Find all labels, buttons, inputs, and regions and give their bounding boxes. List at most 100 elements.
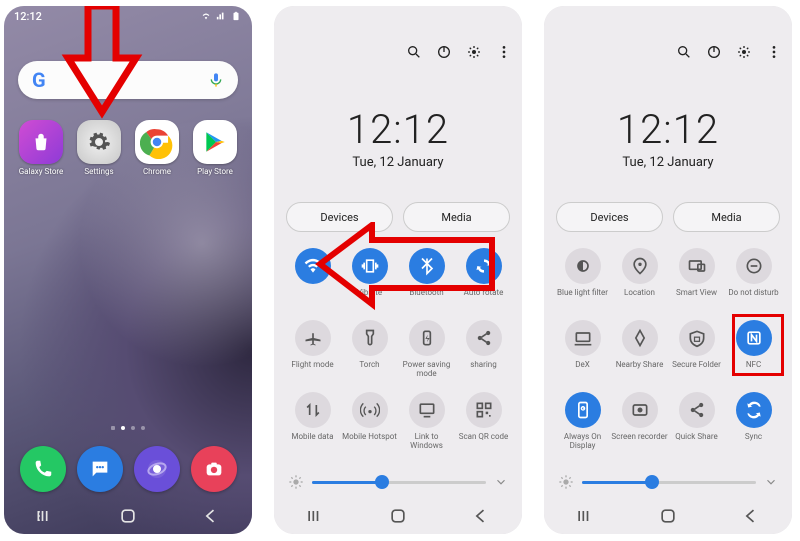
chevron-down-icon[interactable]: [764, 475, 778, 489]
linkwin-icon: [409, 392, 445, 428]
tile-label: Do not disturb: [728, 288, 778, 306]
brightness-row: [558, 474, 778, 490]
pill-row: Devices Media: [556, 202, 780, 232]
media-pill[interactable]: Media: [673, 202, 780, 232]
tile-label: Quick Share: [675, 432, 717, 450]
annotation-arrow-left: [314, 222, 496, 332]
tile-label: Torch: [359, 360, 379, 378]
chrome-icon: [135, 120, 179, 164]
settings-icon[interactable]: [736, 44, 752, 60]
tile-aod[interactable]: Always On Display: [554, 386, 611, 454]
home-button[interactable]: [388, 506, 408, 526]
recents-button[interactable]: [305, 506, 325, 526]
phone-quickpanel-1: 12:12 Tue, 12 January Devices Media Vibr…: [274, 6, 522, 534]
tile-mobiledata[interactable]: Mobile data: [284, 386, 341, 454]
tile-bluelight[interactable]: Blue light filter: [554, 242, 611, 310]
annotation-arrow-down: [60, 6, 144, 122]
tile-label: Mobile data: [292, 432, 334, 450]
recents-button[interactable]: [35, 506, 55, 526]
brightness-icon: [288, 474, 304, 490]
power-icon[interactable]: [436, 44, 452, 60]
tile-nearby[interactable]: Nearby Share: [611, 314, 668, 382]
tile-label: Secure Folder: [672, 360, 721, 378]
internet-app[interactable]: [134, 446, 180, 492]
home-button[interactable]: [658, 506, 678, 526]
tile-qrscan[interactable]: Scan QR code: [455, 386, 512, 454]
home-button[interactable]: [118, 506, 138, 526]
back-button[interactable]: [471, 506, 491, 526]
panel-time: 12:12: [544, 106, 792, 153]
page-indicator: [4, 426, 252, 430]
status-clock: 12:12: [14, 10, 42, 23]
voice-search-icon[interactable]: [208, 70, 224, 90]
search-icon[interactable]: [406, 44, 422, 60]
dex-icon: [565, 320, 601, 356]
qrscan-icon: [466, 392, 502, 428]
search-icon[interactable]: [676, 44, 692, 60]
dock: [4, 446, 252, 492]
app-galaxy-store[interactable]: Galaxy Store: [14, 120, 68, 176]
app-settings[interactable]: Settings: [72, 120, 126, 176]
tile-sync[interactable]: Sync: [725, 386, 782, 454]
location-icon: [622, 248, 658, 284]
bluelight-icon: [565, 248, 601, 284]
camera-app[interactable]: [191, 446, 237, 492]
signal-icon: [215, 11, 227, 21]
messages-app[interactable]: [77, 446, 123, 492]
tile-dnd[interactable]: Do not disturb: [725, 242, 782, 310]
tile-label: DeX: [575, 360, 590, 378]
tile-location[interactable]: Location: [611, 242, 668, 310]
tile-screenrec[interactable]: Screen recorder: [611, 386, 668, 454]
phone-app[interactable]: [20, 446, 66, 492]
aod-icon: [565, 392, 601, 428]
tile-label: Sync: [745, 432, 762, 450]
back-button[interactable]: [201, 506, 221, 526]
home-apps-row: Galaxy Store Settings Chrome Play Store: [4, 120, 252, 176]
panel-toolbar: [676, 44, 782, 60]
tile-label: Power saving mode: [398, 360, 455, 378]
hotspot-icon: [352, 392, 388, 428]
phone-home: 12:12 G Galaxy Store Settings: [4, 6, 252, 534]
tile-securefolder[interactable]: Secure Folder: [668, 314, 725, 382]
chevron-down-icon[interactable]: [494, 475, 508, 489]
brightness-slider[interactable]: [582, 481, 756, 484]
panel-date: Tue, 12 January: [274, 155, 522, 170]
brightness-slider[interactable]: [312, 481, 486, 484]
clock-block: 12:12 Tue, 12 January: [544, 106, 792, 170]
panel-toolbar: [406, 44, 512, 60]
tile-label: sharing: [470, 360, 496, 378]
tile-hotspot[interactable]: Mobile Hotspot: [341, 386, 398, 454]
dnd-icon: [736, 248, 772, 284]
tile-linkwin[interactable]: Link to Windows: [398, 386, 455, 454]
recents-button[interactable]: [575, 506, 595, 526]
bag-icon: [19, 120, 63, 164]
nearby-icon: [622, 320, 658, 356]
back-button[interactable]: [741, 506, 761, 526]
devices-pill[interactable]: Devices: [556, 202, 663, 232]
app-label: Play Store: [197, 167, 233, 176]
securefolder-icon: [679, 320, 715, 356]
settings-icon[interactable]: [466, 44, 482, 60]
clock-block: 12:12 Tue, 12 January: [274, 106, 522, 170]
screenrec-icon: [622, 392, 658, 428]
phone-quickpanel-2: 12:12 Tue, 12 January Devices Media Blue…: [544, 6, 792, 534]
battery-icon: [230, 11, 242, 21]
wifi-icon: [200, 11, 212, 21]
brightness-row: [288, 474, 508, 490]
power-icon[interactable]: [706, 44, 722, 60]
app-play-store[interactable]: Play Store: [188, 120, 242, 176]
tile-label: Screen recorder: [611, 432, 667, 450]
tile-smartview[interactable]: Smart View: [668, 242, 725, 310]
tile-quickshare[interactable]: Quick Share: [668, 386, 725, 454]
more-icon[interactable]: [496, 44, 512, 60]
tile-label: Scan QR code: [459, 432, 509, 450]
quick-panel: 12:12 Tue, 12 January Devices Media Blue…: [544, 6, 792, 534]
app-label: Chrome: [143, 167, 171, 176]
smartview-icon: [679, 248, 715, 284]
more-icon[interactable]: [766, 44, 782, 60]
app-chrome[interactable]: Chrome: [130, 120, 184, 176]
tile-label: Blue light filter: [557, 288, 608, 306]
navigation-bar: [4, 498, 252, 534]
annotation-highlight-nfc: [732, 314, 784, 376]
tile-dex[interactable]: DeX: [554, 314, 611, 382]
